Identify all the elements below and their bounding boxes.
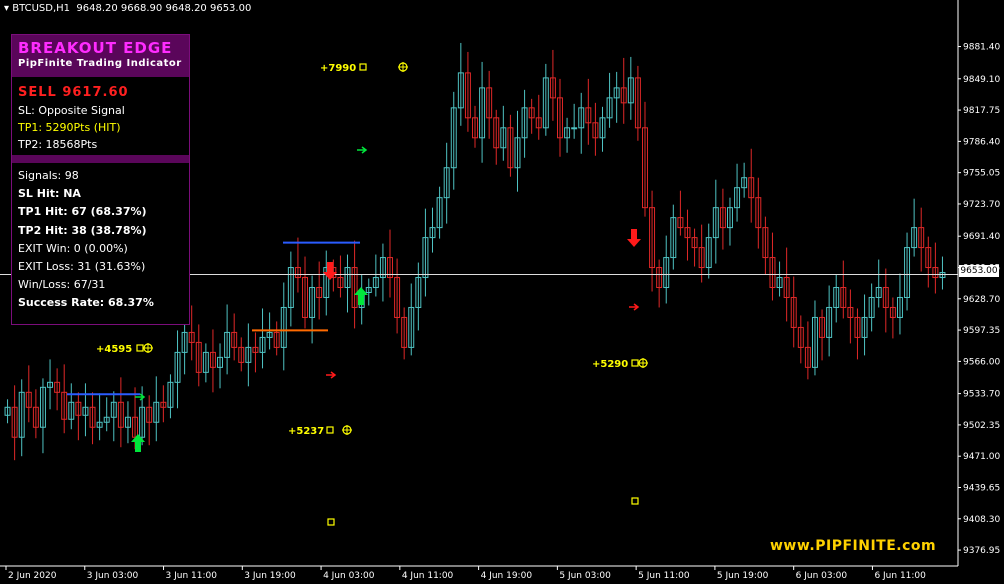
exit-loss: EXIT Loss: 31 (31.63%): [18, 260, 146, 274]
x-tick-label: 6 Jun 11:00: [874, 571, 926, 581]
profit-label: +5237: [288, 426, 324, 437]
y-tick-label: 9597.35: [963, 326, 1000, 336]
trail-arrow-icon: [357, 146, 368, 154]
panel-title: BREAKOUT EDGE: [18, 39, 173, 57]
x-tick-label: 6 Jun 03:00: [796, 571, 848, 581]
profit-label: +7990: [320, 63, 356, 74]
x-tick-label: 2 Jun 2020: [8, 571, 57, 581]
win-loss: Win/Loss: 67/31: [18, 278, 106, 292]
y-tick-label: 9533.70: [963, 390, 1000, 400]
target-marker-icon: [136, 344, 144, 352]
y-tick-label: 9376.95: [963, 546, 1000, 556]
target-marker-icon: [359, 63, 367, 71]
x-tick-label: 4 Jun 03:00: [323, 571, 375, 581]
x-tick-label: 4 Jun 19:00: [481, 571, 533, 581]
tp2-text: TP2: 18568Pts: [18, 138, 98, 151]
y-tick-label: 9691.40: [963, 232, 1000, 242]
y-tick-label: 9723.70: [963, 200, 1000, 210]
success-rate: Success Rate: 68.37%: [18, 296, 154, 310]
x-tick-label: 3 Jun 03:00: [87, 571, 139, 581]
tp1-hit: TP1 Hit: 67 (68.37%): [18, 205, 147, 219]
exit-win: EXIT Win: 0 (0.00%): [18, 241, 128, 255]
buy-signal-arrow-icon: [131, 434, 145, 452]
y-tick-label: 9502.35: [963, 421, 1000, 431]
y-tick-label: 9628.70: [963, 295, 1000, 305]
target-marker-icon: [326, 426, 334, 434]
x-tick-label: 3 Jun 19:00: [244, 571, 296, 581]
trail-arrow-icon: [326, 371, 337, 379]
y-tick-label: 9817.75: [963, 106, 1000, 116]
sl-hit: SL Hit: NA: [18, 187, 81, 201]
x-tick-label: 5 Jun 11:00: [638, 571, 690, 581]
target-marker-icon: [327, 518, 335, 526]
panel-divider: [12, 155, 189, 163]
current-price-tag: 9653.00: [959, 265, 999, 277]
x-tick-label: 5 Jun 19:00: [717, 571, 769, 581]
target-marker-icon: [631, 359, 639, 367]
panel-header: BREAKOUT EDGE PipFinite Trading Indicato…: [12, 35, 189, 77]
trail-arrow-icon: [629, 303, 640, 311]
y-tick-label: 9471.00: [963, 452, 1000, 462]
current-signal: SELL 9617.60: [18, 85, 129, 100]
candle-body: [571, 127, 578, 130]
statistics-section: Signals: 98 SL Hit: NA TP1 Hit: 67 (68.3…: [12, 163, 189, 313]
tp1-text: TP1: 5290Pts (HIT): [18, 121, 121, 134]
y-tick-label: 9786.40: [963, 137, 1000, 147]
y-tick-label: 9849.10: [963, 75, 1000, 85]
panel-subtitle: PipFinite Trading Indicator: [18, 58, 182, 69]
y-tick-label: 9755.05: [963, 169, 1000, 179]
x-tick-label: 5 Jun 03:00: [559, 571, 611, 581]
signals-count: Signals: 98: [18, 169, 79, 182]
stop-loss-text: SL: Opposite Signal: [18, 104, 125, 117]
sell-signal-arrow-icon: [627, 229, 641, 247]
profit-label: +4595: [96, 344, 132, 355]
tp2-hit: TP2 Hit: 38 (38.78%): [18, 223, 147, 237]
profit-label: +5290: [592, 359, 628, 370]
x-tick-label: 4 Jun 11:00: [402, 571, 454, 581]
y-tick-label: 9566.00: [963, 357, 1000, 367]
y-tick-label: 9881.40: [963, 43, 1000, 53]
x-tick-label: 3 Jun 11:00: [166, 571, 218, 581]
y-tick-label: 9408.30: [963, 515, 1000, 525]
current-signal-section: SELL 9617.60 SL: Opposite Signal TP1: 52…: [12, 77, 189, 155]
target-marker-icon: [631, 497, 639, 505]
pipfinite-watermark: www.PIPFINITE.com: [770, 538, 937, 554]
breakout-edge-panel: BREAKOUT EDGE PipFinite Trading Indicato…: [11, 34, 190, 325]
y-tick-label: 9439.65: [963, 483, 1000, 493]
